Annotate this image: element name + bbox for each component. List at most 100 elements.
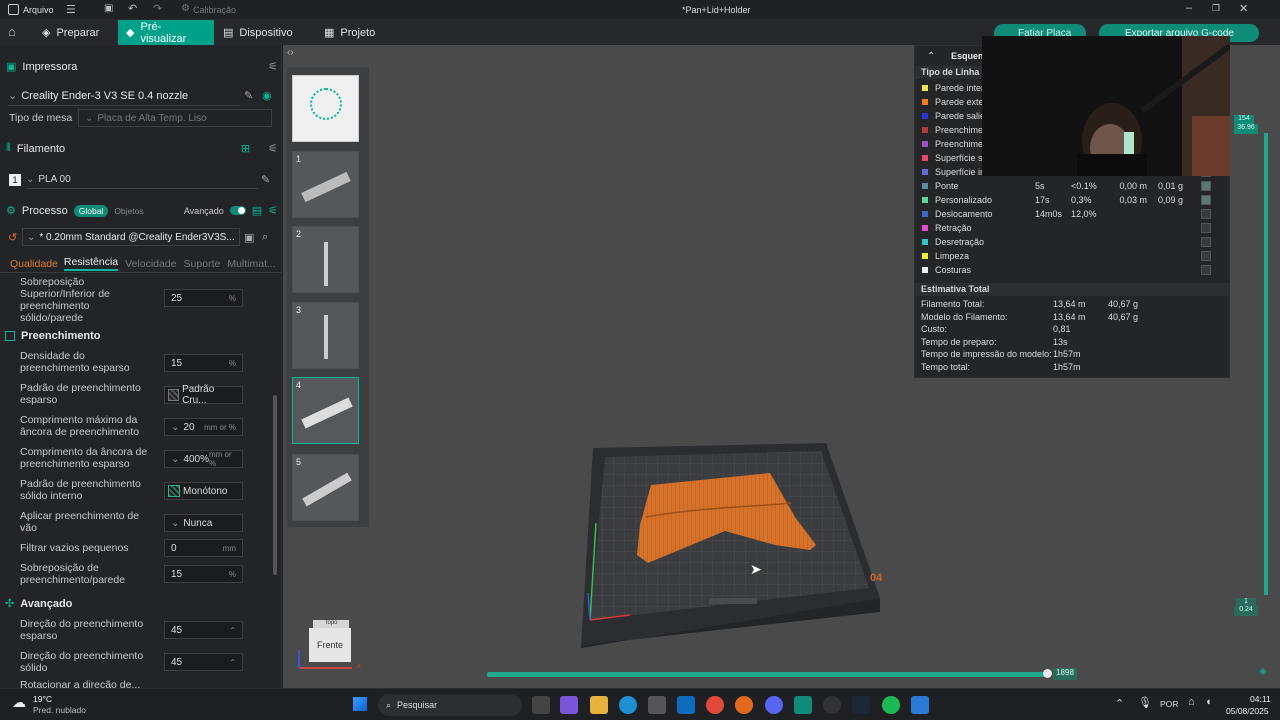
tab-strength[interactable]: Resistência: [63, 256, 119, 271]
home-icon[interactable]: ⌂: [8, 24, 16, 39]
anchor-length-input[interactable]: ⌄ 400% mm or %: [164, 450, 243, 468]
layers-toggle-icon[interactable]: ◈: [1259, 666, 1267, 677]
edge-icon[interactable]: [619, 696, 637, 714]
plate-thumb-3[interactable]: 3: [292, 302, 359, 369]
wall-overlap-input[interactable]: 15%: [164, 565, 243, 583]
process-global-tab[interactable]: Global: [73, 204, 109, 217]
chrome-icon[interactable]: [706, 696, 724, 714]
file-menu[interactable]: Arquivo: [23, 5, 54, 15]
close-icon[interactable]: ✕: [1239, 2, 1248, 15]
add-filament-icon[interactable]: ⊞: [241, 142, 250, 155]
volume-icon[interactable]: ◖: [1205, 696, 1212, 708]
minimize-icon[interactable]: –: [1186, 2, 1192, 14]
plate-thumb-2[interactable]: 2: [292, 226, 359, 293]
view-cube-front[interactable]: Frente: [309, 628, 351, 662]
edit-printer-icon[interactable]: ✎: [244, 89, 253, 102]
redo-icon[interactable]: ↷: [153, 2, 162, 15]
plate-overview-thumb[interactable]: [292, 75, 359, 142]
plate-thumb-4[interactable]: 4: [292, 377, 359, 444]
search-icon[interactable]: ⌕: [262, 231, 268, 244]
process-icon: ⚙: [6, 205, 16, 217]
legend-row-visibility-checkbox[interactable]: [1201, 237, 1211, 247]
tray-chevron-icon[interactable]: ⌃: [1115, 697, 1124, 710]
outlook-icon[interactable]: [677, 696, 695, 714]
restore-icon[interactable]: ❐: [1212, 3, 1220, 14]
sparse-pattern-select[interactable]: Padrão Cru...: [164, 384, 243, 406]
network-icon[interactable]: ⌂: [1188, 696, 1195, 708]
advanced-toggle[interactable]: [229, 206, 246, 215]
language-indicator[interactable]: POR: [1160, 699, 1178, 709]
menu-icon[interactable]: ☰: [66, 3, 76, 16]
calibration-menu[interactable]: Calibração: [193, 5, 236, 15]
windows-start-icon[interactable]: [353, 697, 367, 711]
save-profile-icon[interactable]: ▣: [244, 231, 254, 244]
reset-icon[interactable]: ↺: [8, 231, 17, 244]
sparse-direction-input[interactable]: 45 ⌃: [164, 621, 243, 639]
clock-time[interactable]: 04:11: [1250, 694, 1271, 704]
anchor-max-input[interactable]: ⌄ 20 mm or %: [164, 418, 243, 436]
notepad-icon[interactable]: [911, 696, 929, 714]
filament-settings-icon[interactable]: ⚟: [268, 142, 278, 155]
printer-settings-icon[interactable]: ⚟: [268, 60, 278, 73]
process-settings-icon[interactable]: ⚟: [268, 204, 278, 217]
weather-icon[interactable]: ☁: [12, 694, 26, 711]
apply-gap-select[interactable]: ⌄ Nunca: [164, 514, 243, 532]
sparse-direction-label: Direção do preenchimento esparso: [20, 618, 144, 642]
legend-row-visibility-checkbox[interactable]: [1201, 209, 1211, 219]
bed-type-select[interactable]: ⌄ Placa de Alta Temp. Liso: [78, 109, 272, 127]
printer-select[interactable]: ⌄ Creality Ender-3 V3 SE 0.4 nozzle: [8, 86, 240, 106]
tab-project[interactable]: ▦ Projeto: [316, 20, 383, 45]
legend-row-visibility-checkbox[interactable]: [1201, 181, 1211, 191]
store-icon[interactable]: [648, 696, 666, 714]
tab-support[interactable]: Suporte: [184, 258, 221, 270]
filter-input[interactable]: 0 mm: [164, 539, 243, 557]
clock-date[interactable]: 05/08/2025: [1226, 706, 1269, 716]
copilot-icon[interactable]: [560, 696, 578, 714]
compare-icon[interactable]: ▤: [252, 204, 262, 217]
filament-slot-badge[interactable]: 1: [9, 174, 21, 186]
weather-temperature[interactable]: 19°C: [33, 694, 52, 704]
firefox-icon[interactable]: [735, 696, 753, 714]
slicer-app-icon[interactable]: [794, 696, 812, 714]
plate-thumb-1[interactable]: 1: [292, 151, 359, 218]
legend-row-visibility-checkbox[interactable]: [1201, 251, 1211, 261]
spotify-icon[interactable]: [882, 696, 900, 714]
process-profile-select[interactable]: ⌄ * 0.20mm Standard @Creality Ender3V3S..…: [22, 228, 240, 246]
discord-icon[interactable]: [765, 696, 783, 714]
tab-quality[interactable]: Qualidade: [10, 258, 58, 270]
solid-pattern-select[interactable]: Monótono: [164, 482, 243, 500]
tab-prepare[interactable]: ◈ Preparar: [34, 20, 107, 45]
process-objects-tab[interactable]: Objetos: [114, 206, 143, 216]
legend-row-visibility-checkbox[interactable]: [1201, 195, 1211, 205]
save-icon[interactable]: ▣: [104, 3, 113, 14]
collapse-legend-icon[interactable]: ⌃: [927, 51, 935, 62]
move-slider-track[interactable]: [487, 672, 1049, 677]
file-explorer-icon[interactable]: [590, 696, 608, 714]
task-view-icon[interactable]: [532, 696, 550, 714]
tab-multimaterial[interactable]: Multimat...: [227, 258, 275, 270]
tab-device[interactable]: ▤ Dispositivo: [215, 20, 301, 45]
plate-thumb-5[interactable]: 5: [292, 454, 359, 521]
legend-row-visibility-checkbox[interactable]: [1201, 223, 1211, 233]
total-value-1: 13,64 m: [1053, 299, 1086, 310]
undo-icon[interactable]: ↶: [128, 2, 137, 15]
density-input[interactable]: 15%: [164, 354, 243, 372]
weather-description[interactable]: Pred. nublado: [33, 705, 86, 715]
layer-slider-track[interactable]: [1264, 133, 1268, 595]
steam-icon[interactable]: [852, 696, 870, 714]
filament-select[interactable]: ⌄ PLA 00: [26, 171, 258, 189]
move-slider-thumb[interactable]: [1043, 669, 1052, 678]
microphone-icon[interactable]: 🎙: [1138, 696, 1152, 709]
overlap-input[interactable]: 25%: [164, 289, 243, 307]
view-cube-top[interactable]: Topo: [313, 620, 349, 628]
legend-row-visibility-checkbox[interactable]: [1201, 265, 1211, 275]
wifi-icon[interactable]: ◉: [262, 89, 272, 102]
view-cube[interactable]: Topo Frente x: [298, 620, 361, 670]
sidebar-scrollbar[interactable]: [273, 395, 277, 575]
tab-speed[interactable]: Velocidade: [125, 258, 176, 270]
solid-direction-input[interactable]: 45 ⌃: [164, 653, 243, 671]
obs-icon[interactable]: [823, 696, 841, 714]
tab-preview[interactable]: ◆ Pré-visualizar: [118, 20, 214, 45]
edit-filament-icon[interactable]: ✎: [261, 173, 270, 186]
taskbar-search[interactable]: ⌕ Pesquisar: [378, 694, 522, 716]
